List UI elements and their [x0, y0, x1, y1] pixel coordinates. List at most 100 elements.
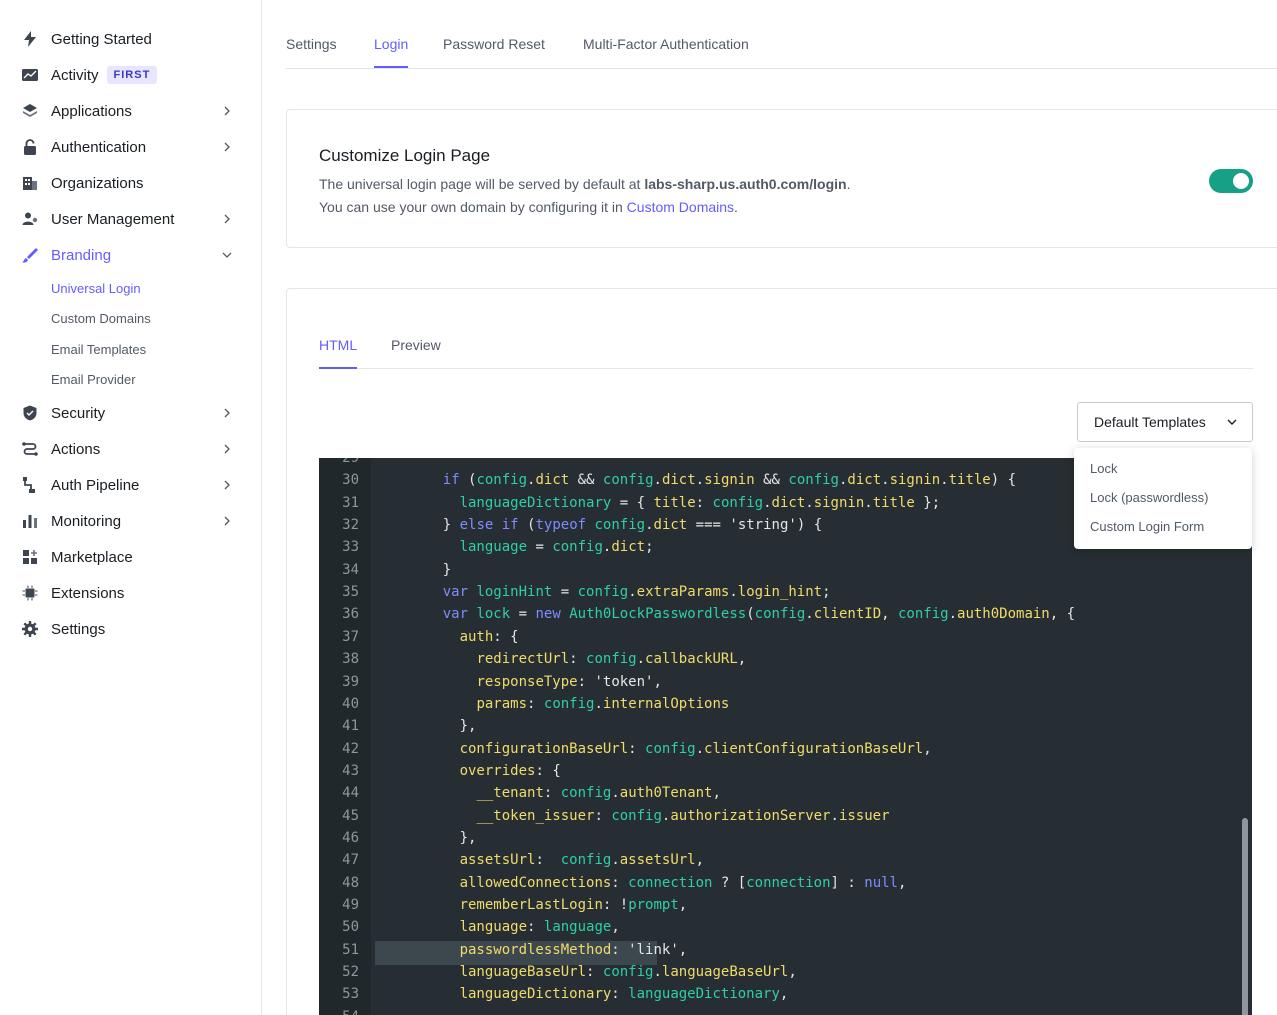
code-text: language: language,	[459, 919, 620, 936]
code-line[interactable]: 39 responseType: 'token',	[319, 674, 1238, 696]
scrollbar-thumb[interactable]	[1242, 818, 1248, 1015]
line-number: 44	[342, 785, 359, 802]
subnav-universal-login[interactable]: Universal Login	[51, 281, 141, 296]
code-line[interactable]: 40 params: config.internalOptions	[319, 696, 1238, 718]
subnav-email-provider[interactable]: Email Provider	[51, 372, 136, 387]
code-text: __token_issuer: config.authorizationServ…	[476, 807, 890, 824]
line-number: 35	[342, 584, 359, 601]
editor-tabs: HTML Preview	[319, 327, 1253, 369]
nav-authentication[interactable]: Authentication	[20, 129, 242, 165]
code-text: languageDictionary = { title: config.dic…	[459, 494, 941, 511]
nav-organizations[interactable]: Organizations	[20, 165, 242, 201]
menu-item-custom-login-form[interactable]: Custom Login Form	[1090, 519, 1204, 534]
subnav-email-templates[interactable]: Email Templates	[51, 342, 146, 357]
chevron-right-icon	[224, 106, 230, 116]
code-line[interactable]: 38 redirectUrl: config.callbackURL,	[319, 651, 1238, 673]
tab-html[interactable]: HTML	[319, 337, 358, 369]
code-text: responseType: 'token',	[476, 673, 662, 690]
code-text: overrides: {	[459, 762, 561, 779]
tab-multi-factor-authentication[interactable]: Multi-Factor Authentication	[583, 36, 749, 68]
code-text: }	[442, 561, 452, 578]
chevron-right-icon	[224, 516, 230, 526]
line-number: 52	[342, 964, 359, 981]
code-line[interactable]: 44 __tenant: config.auth0Tenant,	[319, 785, 1238, 807]
nav-applications[interactable]: Applications	[20, 93, 242, 129]
nav-auth-pipeline[interactable]: Auth Pipeline	[20, 467, 242, 503]
default-templates-dropdown[interactable]: Default Templates	[1077, 402, 1253, 442]
code-line[interactable]: 48 allowedConnections: connection ? [con…	[319, 875, 1238, 897]
nav-marketplace[interactable]: Marketplace	[20, 539, 242, 575]
nav-label: User Management	[51, 210, 175, 228]
line-number: 45	[342, 807, 359, 824]
code-line[interactable]: 42 configurationBaseUrl: config.clientCo…	[319, 741, 1238, 763]
code-text: passwordlessMethod: 'link',	[459, 941, 688, 958]
line-number: 48	[342, 874, 359, 891]
nav-getting-started[interactable]: Getting Started	[20, 21, 242, 57]
subnav-custom-domains[interactable]: Custom Domains	[51, 311, 151, 326]
nav-actions[interactable]: Actions	[20, 431, 242, 467]
menu-item-lock-passwordless[interactable]: Lock (passwordless)	[1090, 490, 1209, 505]
code-line[interactable]: 43 overrides: {	[319, 763, 1238, 785]
code-line[interactable]: 45 __token_issuer: config.authorizationS…	[319, 808, 1238, 830]
line-number: 29	[342, 458, 359, 466]
line-number: 54	[319, 1009, 359, 1015]
nav-label: Extensions	[51, 584, 125, 602]
code-text: assetsUrl: config.assetsUrl,	[459, 852, 705, 869]
bolt-icon	[20, 29, 40, 49]
code-line[interactable]: 46 },	[319, 830, 1238, 852]
nav-branding[interactable]: Branding	[20, 237, 242, 273]
nav-label: Getting Started	[51, 30, 152, 48]
code-text: auth: {	[459, 628, 519, 645]
code-line[interactable]: 47 assetsUrl: config.assetsUrl,	[319, 852, 1238, 874]
code-line[interactable]: 54	[319, 1009, 1238, 1015]
nav-extensions[interactable]: Extensions	[20, 575, 242, 611]
nav-security[interactable]: Security	[20, 395, 242, 431]
code-text: configurationBaseUrl: config.clientConfi…	[459, 740, 932, 757]
tab-login[interactable]: Login	[374, 36, 409, 68]
brush-icon	[20, 245, 40, 265]
nav-label: Applications	[51, 102, 132, 120]
nav-user-management[interactable]: User Management	[20, 201, 242, 237]
line-number: 34	[342, 561, 359, 578]
nav-settings[interactable]: Settings	[20, 611, 242, 647]
toggle-knob	[1233, 173, 1249, 189]
code-line[interactable]: 36 var lock = new Auth0LockPasswordless(…	[319, 606, 1238, 628]
code-line[interactable]: 35 var loginHint = config.extraParams.lo…	[319, 584, 1238, 606]
code-text: if (config.dict && config.dict.signin &&…	[442, 472, 1017, 489]
tab-settings[interactable]: Settings	[286, 36, 337, 68]
code-line[interactable]: 34 }	[319, 562, 1238, 584]
customize-login-toggle[interactable]	[1209, 169, 1253, 193]
code-line[interactable]: 41 },	[319, 718, 1238, 740]
code-text: },	[459, 829, 477, 846]
custom-domains-link[interactable]: Custom Domains	[627, 199, 734, 215]
building-icon	[20, 173, 40, 193]
line-number: 53	[342, 986, 359, 1003]
nav-monitoring[interactable]: Monitoring	[20, 503, 242, 539]
code-text: var loginHint = config.extraParams.login…	[442, 584, 831, 601]
code-line[interactable]: 52 languageBaseUrl: config.languageBaseU…	[319, 964, 1238, 986]
code-text: __tenant: config.auth0Tenant,	[476, 785, 721, 802]
nav-activity[interactable]: Activity FIRST	[20, 57, 242, 93]
code-text: redirectUrl: config.callbackURL,	[476, 651, 747, 668]
desc-text: .	[734, 199, 738, 215]
line-number: 50	[342, 919, 359, 936]
code-line[interactable]: 49 rememberLastLogin: !prompt,	[319, 897, 1238, 919]
line-number: 31	[342, 494, 359, 511]
nav-label: Marketplace	[51, 548, 133, 566]
code-text: },	[459, 718, 477, 735]
line-number: 47	[342, 852, 359, 869]
menu-item-lock[interactable]: Lock	[1090, 461, 1117, 476]
line-number: 36	[342, 606, 359, 623]
chip-icon	[20, 583, 40, 603]
code-line[interactable]: 37 auth: {	[319, 629, 1238, 651]
code-text: params: config.internalOptions	[476, 695, 730, 712]
nav-label: Settings	[51, 620, 106, 638]
code-line[interactable]: 53 languageDictionary: languageDictionar…	[319, 986, 1238, 1008]
code-line[interactable]: 51 passwordlessMethod: 'link',	[319, 940, 1238, 965]
tab-preview[interactable]: Preview	[391, 337, 441, 369]
code-line[interactable]: 50 language: language,	[319, 919, 1238, 941]
line-number: 38	[342, 651, 359, 668]
activity-chart-icon	[20, 65, 40, 85]
chevron-right-icon	[224, 142, 230, 152]
tab-password-reset[interactable]: Password Reset	[443, 36, 545, 68]
